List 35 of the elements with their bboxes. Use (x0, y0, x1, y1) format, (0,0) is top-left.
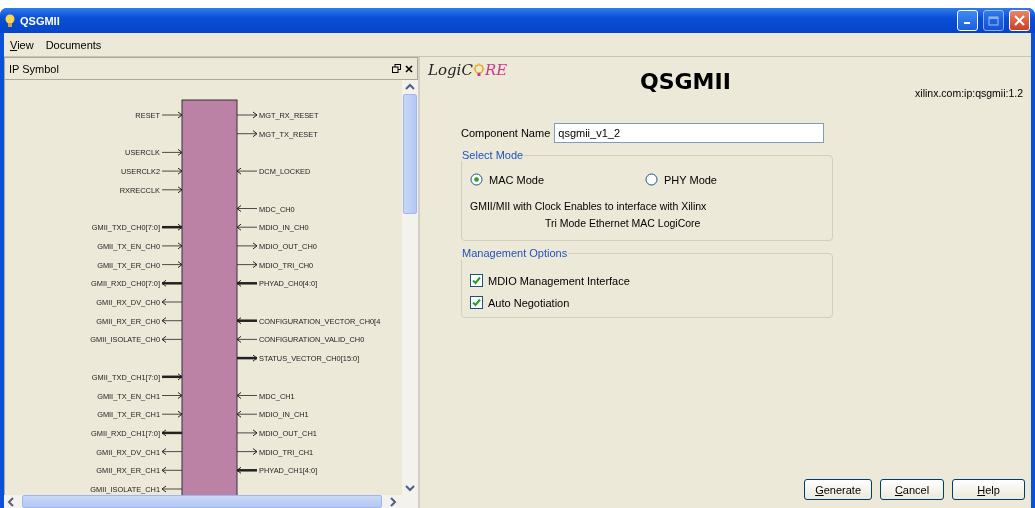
core-title: QSGMII (640, 69, 731, 94)
ip-identifier: xilinx.com:ip:qsgmii:1.2 (915, 87, 1023, 99)
menu-item[interactable]: Documents (45, 38, 102, 51)
close-button[interactable] (1009, 10, 1030, 31)
checkbox-label[interactable]: MDIO Management Interface (488, 274, 630, 287)
checkbox-label[interactable]: Auto Negotiation (488, 296, 570, 309)
radio-label[interactable]: MAC Mode (489, 173, 545, 186)
maximize-icon (988, 15, 999, 26)
radio-button[interactable] (470, 173, 483, 186)
minimize-button[interactable] (957, 10, 978, 31)
window-title: QSGMII (20, 14, 61, 27)
dialog-button[interactable]: Cancel (880, 479, 944, 500)
horizontal-scrollbar[interactable] (4, 495, 418, 508)
close-icon[interactable] (405, 64, 413, 73)
close-icon (1014, 15, 1025, 26)
field-label: Component Name (461, 127, 551, 139)
scrollbar[interactable] (402, 80, 418, 495)
group-title: Management Options (461, 247, 569, 259)
mode-description: GMII/MII with Clock Enables to interface with Xilinx (470, 200, 707, 212)
checkbox[interactable] (470, 274, 483, 287)
logo-text: LogiC (428, 61, 473, 79)
checkbox[interactable] (470, 296, 483, 309)
menu-item[interactable]: View (10, 38, 34, 51)
mode-description: Tri Mode Ethernet MAC LogiCore (545, 217, 701, 229)
panel-title: IP Symbol (9, 62, 60, 75)
component-name-field[interactable]: qsgmii_v1_2 (554, 123, 825, 143)
restore-icon[interactable] (392, 64, 401, 73)
lightbulb-icon (5, 13, 15, 28)
group-title: Select Mode (461, 149, 525, 161)
radio-button[interactable] (645, 173, 658, 186)
dialog-button[interactable]: Help (952, 479, 1025, 500)
lightbulb-icon (472, 63, 485, 77)
radio-label[interactable]: PHY Mode (664, 173, 717, 186)
logo-text: RE (484, 61, 508, 79)
dialog-button[interactable]: Generate (804, 479, 872, 500)
